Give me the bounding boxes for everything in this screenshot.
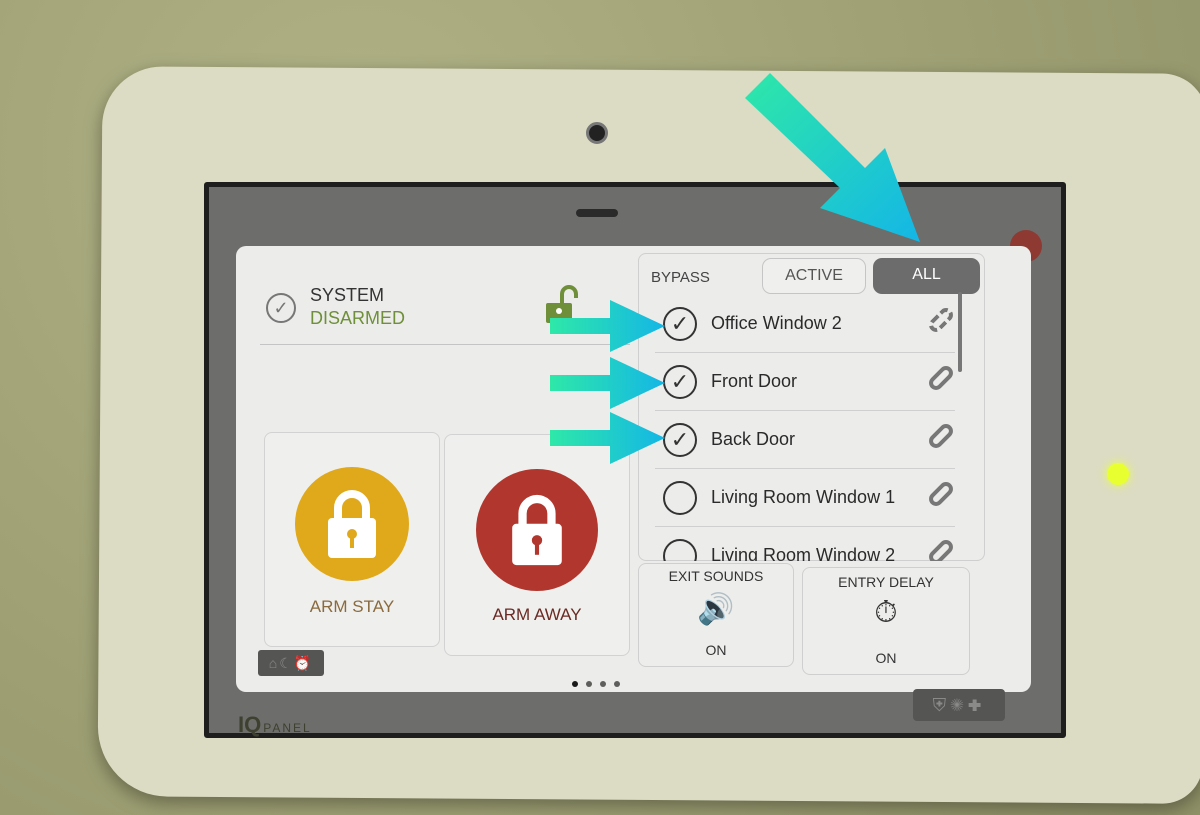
- entry-delay-toggle[interactable]: ENTRY DELAY ⏱ ON: [802, 567, 970, 675]
- arm-stay-circle: [295, 467, 409, 581]
- bypass-label: BYPASS: [651, 269, 710, 286]
- emergency-shortcuts-tray[interactable]: ⛨✺✚: [913, 689, 1005, 721]
- zone-name: Front Door: [711, 371, 798, 391]
- zone-name: Living Room Window 1: [711, 487, 896, 507]
- exit-sounds-toggle[interactable]: EXIT SOUNDS 🔊 ON: [638, 563, 794, 667]
- zone-checkbox[interactable]: [663, 539, 697, 561]
- status-led: [1107, 463, 1129, 485]
- speaker-icon: 🔊: [697, 593, 735, 626]
- camera-icon: [586, 122, 608, 144]
- stopwatch-icon: ⏱: [874, 596, 898, 629]
- zone-name: Living Room Window 2: [711, 545, 896, 561]
- zone-name: Back Door: [711, 429, 796, 449]
- zone-row[interactable]: Living Room Window 1: [655, 469, 956, 527]
- link-icon: [926, 537, 955, 561]
- pull-down-handle[interactable]: [576, 209, 618, 217]
- link-icon: [926, 479, 956, 509]
- zone-row[interactable]: ✓ Front Door: [655, 353, 956, 411]
- tab-all[interactable]: ALL: [873, 258, 980, 294]
- zone-checkbox[interactable]: [663, 481, 697, 515]
- annotation-arrow-zone-2: [550, 357, 665, 409]
- logo-suffix: PANEL: [263, 721, 312, 735]
- arm-stay-button[interactable]: ARM STAY: [264, 432, 440, 647]
- system-state: DISARMED: [310, 308, 406, 328]
- link-icon: [926, 421, 956, 451]
- lock-icon: [512, 494, 562, 566]
- zone-row[interactable]: ✓ Office Window 2: [655, 295, 956, 353]
- annotation-arrow-zone-1: [550, 300, 665, 352]
- iq-panel-logo: IQ PANEL: [238, 712, 312, 738]
- page-dot[interactable]: [614, 681, 620, 687]
- system-status-check-icon: ✓: [266, 293, 296, 323]
- exit-sounds-title: EXIT SOUNDS: [668, 568, 764, 584]
- broken-link-icon: [926, 305, 956, 335]
- exit-sounds-value: ON: [705, 642, 727, 658]
- page-dot[interactable]: [600, 681, 606, 687]
- zone-row[interactable]: ✓ Back Door: [655, 411, 956, 469]
- zone-list-scrollbar[interactable]: [958, 292, 962, 372]
- page-dot[interactable]: [586, 681, 592, 687]
- page-indicator: [572, 681, 620, 687]
- link-icon: [926, 363, 956, 393]
- system-title: SYSTEM: [310, 285, 385, 305]
- entry-delay-title: ENTRY DELAY: [838, 574, 934, 590]
- arm-stay-label: ARM STAY: [309, 597, 395, 616]
- arm-away-circle: [476, 469, 598, 591]
- entry-delay-value: ON: [875, 650, 897, 666]
- lock-icon: [328, 490, 376, 558]
- arm-away-label: ARM AWAY: [492, 605, 582, 624]
- zone-name: Office Window 2: [711, 313, 842, 333]
- zone-row[interactable]: Living Room Window 2: [655, 527, 955, 561]
- annotation-arrow-zone-3: [550, 412, 665, 464]
- mode-shortcuts-tray[interactable]: ⌂☾⏰: [258, 650, 324, 676]
- tab-active[interactable]: ACTIVE: [762, 258, 866, 294]
- annotation-arrow-all: [745, 73, 920, 242]
- page-dot[interactable]: [572, 681, 578, 687]
- logo-brand: IQ: [238, 712, 262, 737]
